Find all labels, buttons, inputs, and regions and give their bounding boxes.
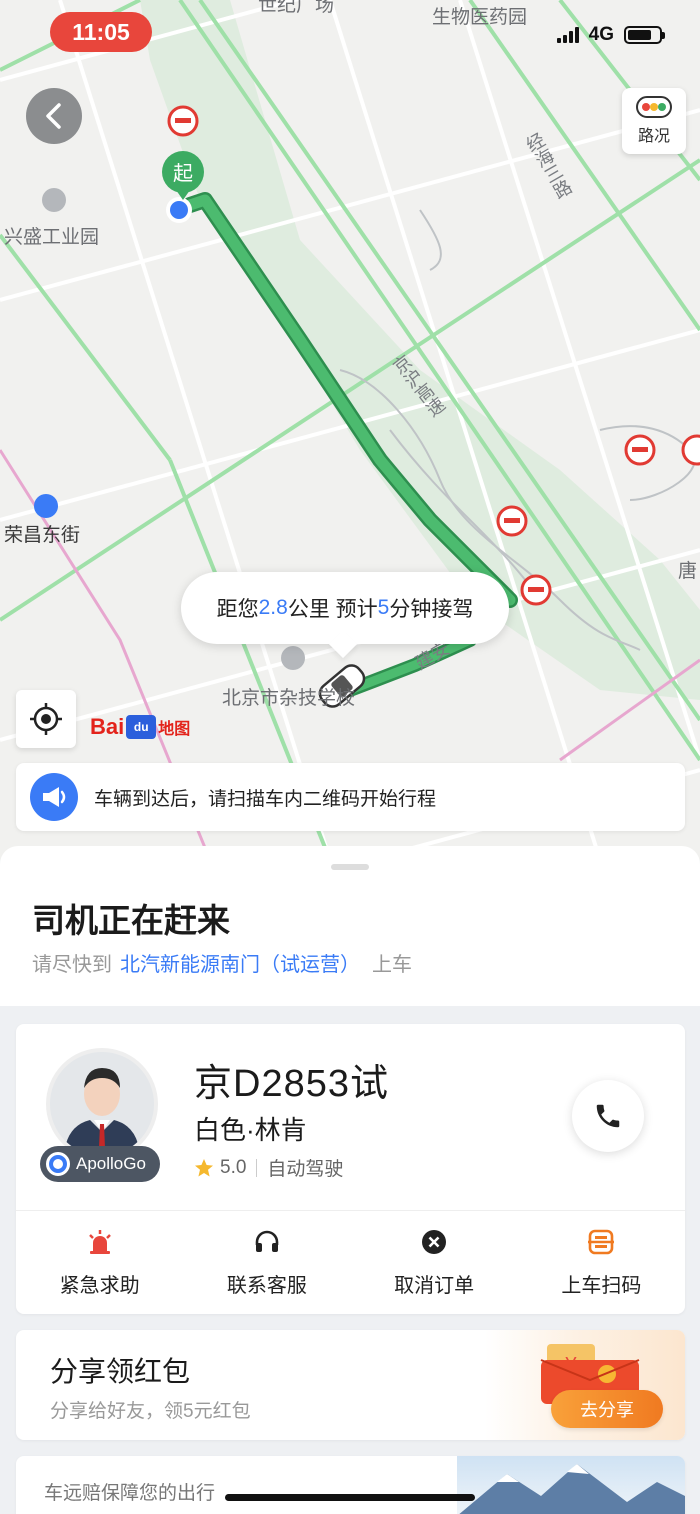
share-subtitle: 分享给好友，领5元红包 [50, 1401, 251, 1422]
driver-avatar-icon [50, 1052, 154, 1156]
customer-service-button[interactable]: 联系客服 [183, 1210, 350, 1314]
mountain-icon [459, 1464, 685, 1514]
network-type: 4G [588, 24, 614, 45]
locate-button[interactable] [16, 690, 76, 748]
avatar [46, 1048, 158, 1160]
insurance-card[interactable]: 车远赔保障您的出行 [16, 1456, 685, 1514]
license-plate: 京D2853试 [194, 1063, 389, 1105]
vehicle-card: ApolloGo 京D2853试 白色·林肯 5.0 自动驾驶 紧急求助 联系客… [16, 1024, 685, 1314]
battery-icon [624, 26, 665, 44]
call-button[interactable] [572, 1080, 644, 1152]
scan-icon [586, 1227, 616, 1257]
traffic-label: 路况 [637, 128, 670, 145]
action-bar: 紧急求助 联系客服 取消订单 上车扫码 [16, 1210, 685, 1314]
map-label-xingsheng: 兴盛工业园 [4, 227, 100, 248]
share-title: 分享领红包 [50, 1356, 191, 1387]
alarm-icon [85, 1227, 115, 1257]
sheet-handle[interactable] [331, 864, 369, 870]
mountain-banner-image [457, 1456, 685, 1514]
home-indicator [225, 1494, 475, 1501]
eta-distance: 2.8 [258, 596, 288, 619]
map-label-medicine-park: 生物医药园 [432, 7, 528, 28]
star-icon [195, 1158, 213, 1176]
headset-icon [252, 1227, 282, 1257]
map-view[interactable]: 起 世纪广场 生物医药园 经海三路 兴盛工业园 京沪高速 荣昌东街 北京市杂技学… [0, 0, 700, 860]
scan-to-board-button[interactable]: 上车扫码 [518, 1210, 685, 1314]
traffic-light-icon [636, 96, 672, 118]
share-red-packet-card[interactable]: ¥ 分享领红包 分享给好友，领5元红包 去分享 [16, 1330, 685, 1440]
status-indicators: 4G [556, 24, 665, 46]
map-label-rongchang: 荣昌东街 [4, 525, 81, 546]
scan-notice-text: 车辆到达后，请扫描车内二维码开始行程 [94, 788, 437, 810]
operator-badge: ApolloGo [40, 1146, 160, 1182]
cancel-icon [419, 1227, 449, 1257]
cancel-order-label: 取消订单 [394, 1274, 475, 1297]
back-button[interactable] [26, 88, 82, 144]
traffic-toggle-button[interactable]: 路况 [622, 88, 686, 154]
map-label-acrobatics-school: 北京市杂技学校 [222, 688, 356, 709]
scan-notice-bar: 车辆到达后，请扫描车内二维码开始行程 [16, 763, 685, 831]
cancel-order-button[interactable]: 取消订单 [351, 1210, 518, 1314]
phone-icon [596, 1104, 620, 1128]
vehicle-rating: 5.0 自动驾驶 [194, 1154, 343, 1181]
map-label-tang: 唐 [678, 561, 698, 582]
paw-icon: du [126, 715, 157, 739]
eta-bubble: 距您 2.8 公里 预计 5 分钟接驾 [181, 572, 509, 644]
customer-service-label: 联系客服 [226, 1274, 307, 1297]
scan-to-board-label: 上车扫码 [561, 1274, 642, 1297]
trip-status-title: 司机正在赶来 [32, 902, 230, 939]
eta-minutes: 5 [377, 596, 390, 619]
status-time: 11:05 [50, 12, 152, 52]
megaphone-icon [30, 773, 78, 821]
baidu-map-logo: Bai du 地图 [90, 714, 191, 739]
rating-value: 5.0 [220, 1156, 247, 1178]
pickup-instruction: 请尽快到 北汽新能源南门（试运营） 上车 [32, 954, 412, 976]
map-label-plaza: 世纪广场 [258, 0, 335, 16]
apollo-logo-icon [46, 1152, 70, 1176]
emergency-button[interactable]: 紧急求助 [16, 1210, 183, 1314]
vehicle-description: 白色·林肯 [194, 1115, 307, 1145]
crosshair-icon [30, 703, 62, 735]
driving-mode: 自动驾驶 [267, 1159, 344, 1180]
start-marker-label: 起 [173, 161, 193, 185]
signal-icon [556, 27, 579, 43]
rating-divider [256, 1158, 258, 1177]
go-share-button[interactable]: 去分享 [551, 1390, 663, 1428]
insurance-text: 车远赔保障您的出行 [44, 1483, 216, 1504]
emergency-label: 紧急求助 [59, 1274, 140, 1297]
chevron-left-icon [46, 103, 61, 129]
trip-status-panel: 司机正在赶来 请尽快到 北汽新能源南门（试运营） 上车 [0, 846, 700, 1006]
pickup-place-link[interactable]: 北汽新能源南门（试运营） [120, 954, 360, 976]
